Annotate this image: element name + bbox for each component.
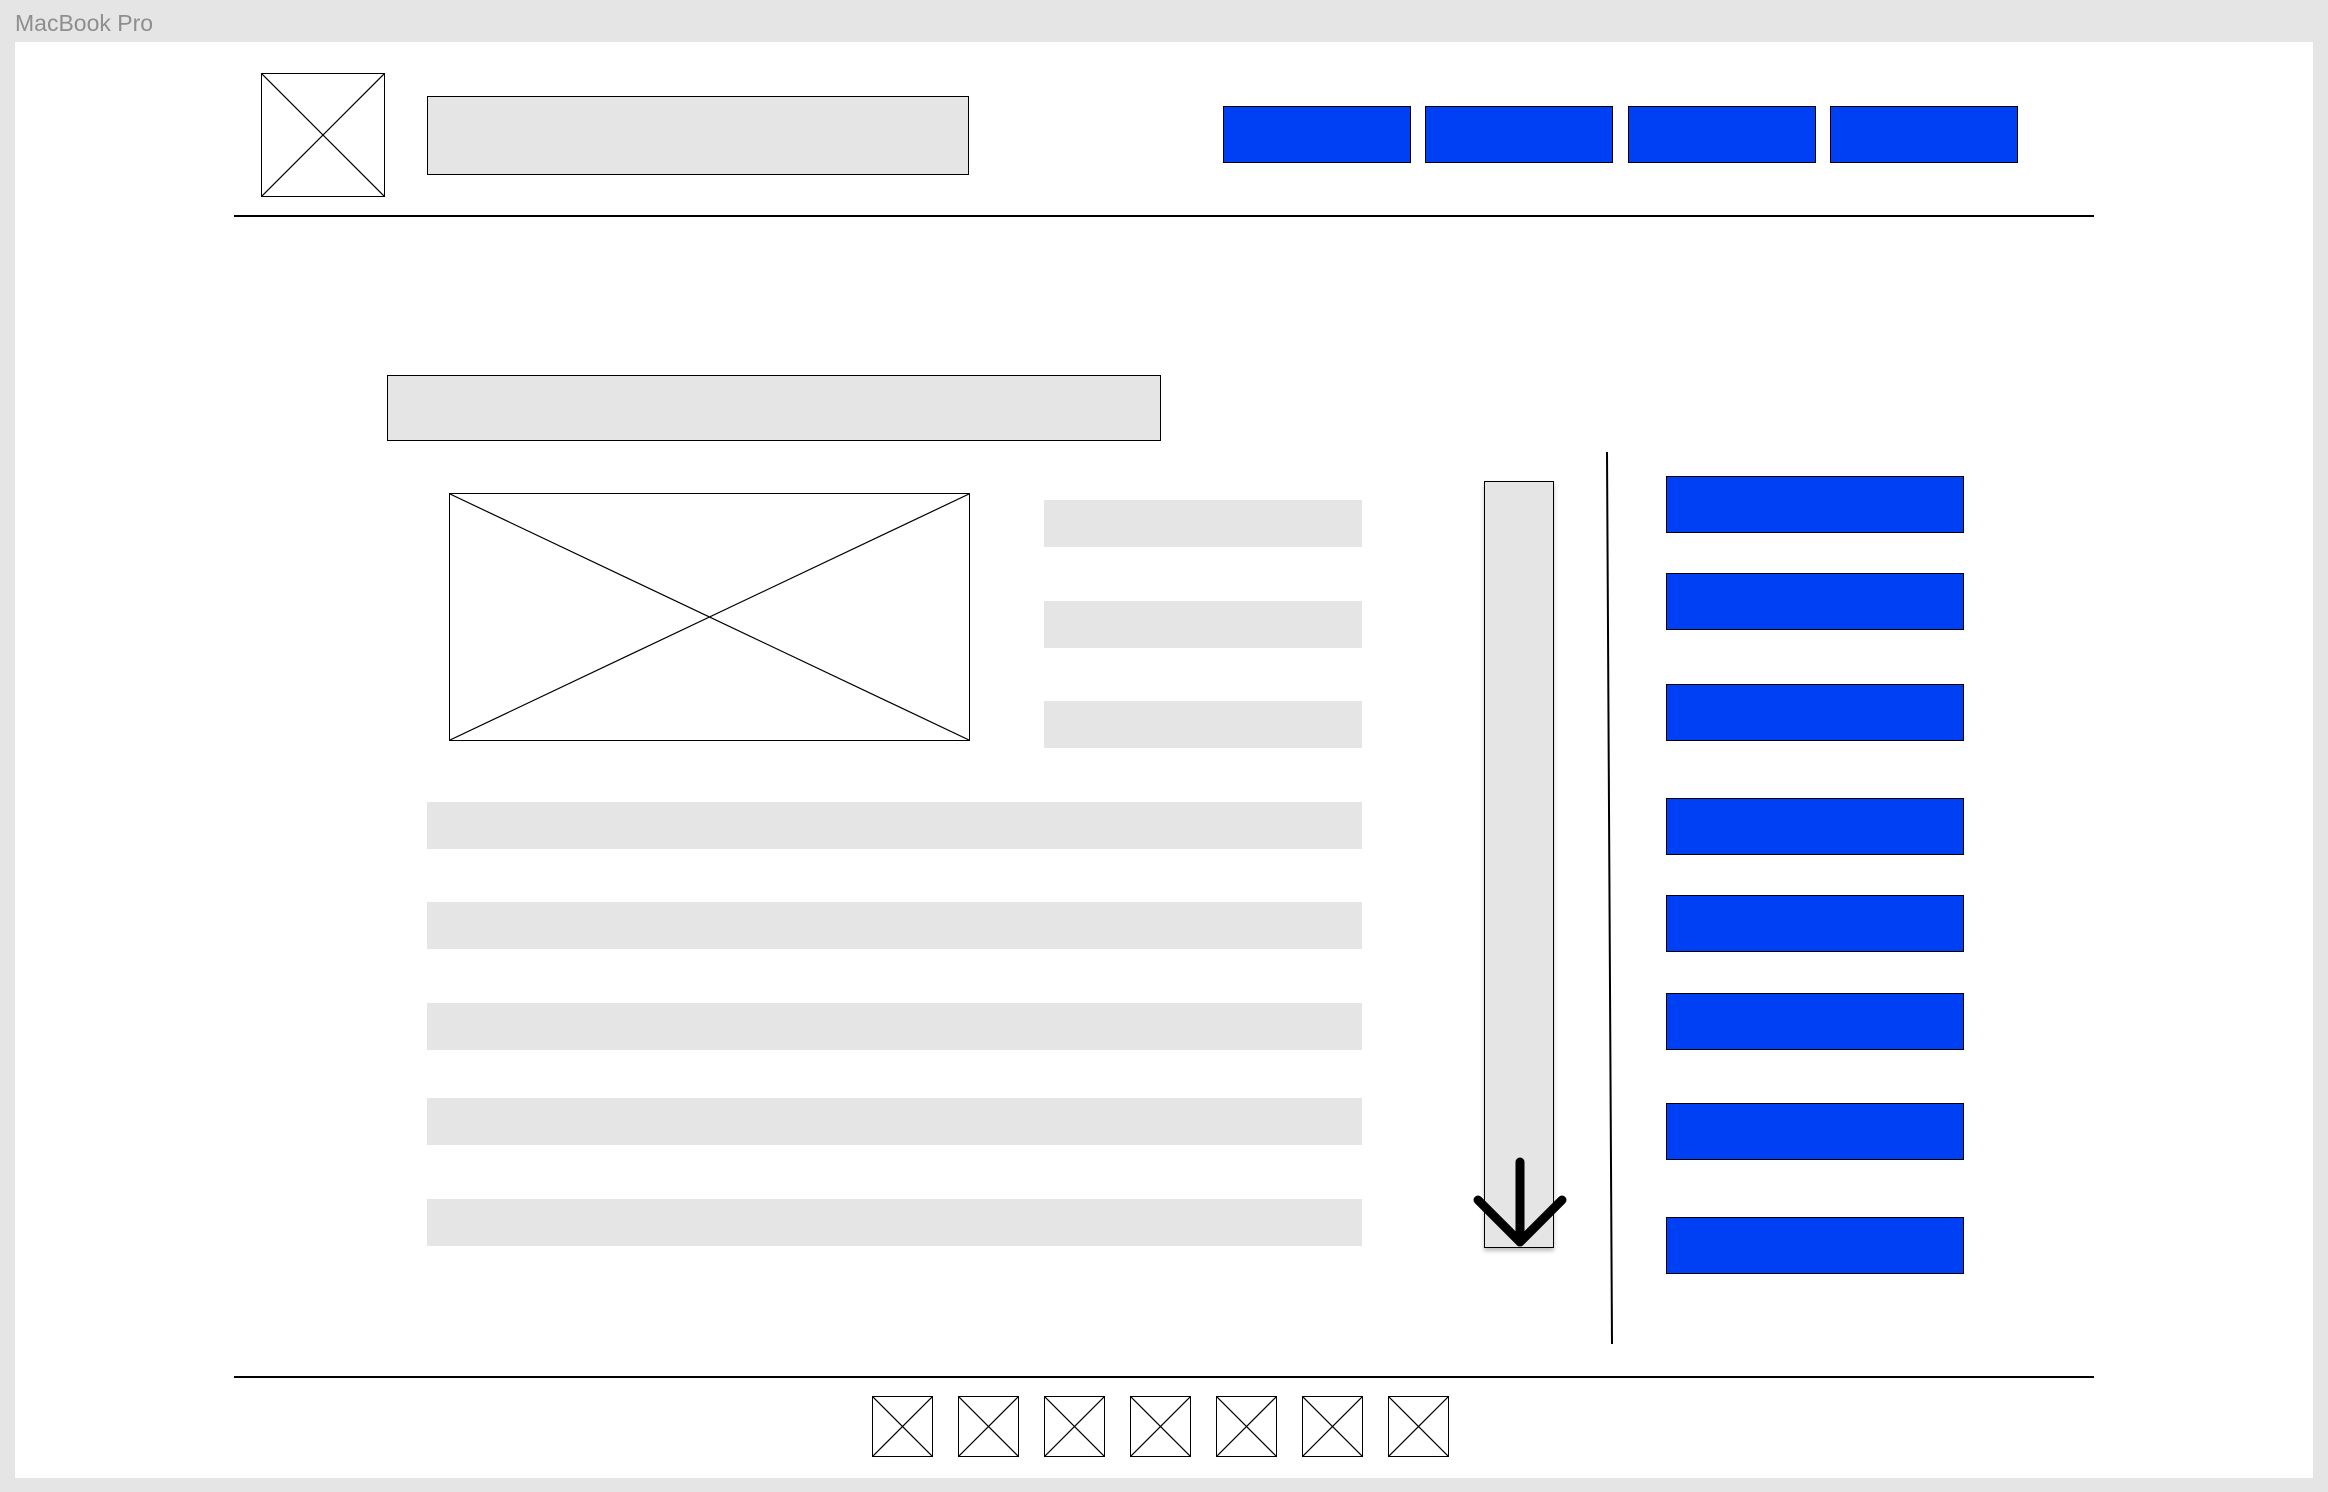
nav-button-2[interactable] xyxy=(1425,106,1613,163)
side-menu-button-8[interactable] xyxy=(1666,1217,1964,1274)
side-menu-button-3[interactable] xyxy=(1666,684,1964,741)
footer-image-placeholder-icon[interactable] xyxy=(1044,1396,1105,1457)
sidebar-divider xyxy=(1606,451,1613,1345)
footer-image-placeholder-icon[interactable] xyxy=(958,1396,1019,1457)
arrow-down-icon[interactable] xyxy=(1470,1157,1570,1254)
footer-divider xyxy=(234,1376,2094,1378)
footer-image-placeholder-icon[interactable] xyxy=(1216,1396,1277,1457)
page-title-placeholder xyxy=(387,375,1161,441)
side-menu-button-6[interactable] xyxy=(1666,993,1964,1050)
text-line-1 xyxy=(427,802,1362,849)
text-line-short-3 xyxy=(1044,701,1362,748)
scrollbar[interactable] xyxy=(1484,481,1554,1248)
text-line-3 xyxy=(427,1003,1362,1050)
frame-label: MacBook Pro xyxy=(15,10,154,36)
side-menu-button-5[interactable] xyxy=(1666,895,1964,952)
text-line-4 xyxy=(427,1098,1362,1145)
side-menu-button-7[interactable] xyxy=(1666,1103,1964,1160)
hero-image-placeholder-icon xyxy=(449,493,970,741)
side-menu-button-1[interactable] xyxy=(1666,476,1964,533)
nav-button-3[interactable] xyxy=(1628,106,1816,163)
header-divider xyxy=(234,215,2094,217)
text-line-short-1 xyxy=(1044,500,1362,547)
side-menu-button-2[interactable] xyxy=(1666,573,1964,630)
footer-image-placeholder-icon[interactable] xyxy=(1130,1396,1191,1457)
nav-button-1[interactable] xyxy=(1223,106,1411,163)
footer-image-placeholder-icon[interactable] xyxy=(1388,1396,1449,1457)
footer-image-placeholder-icon[interactable] xyxy=(1302,1396,1363,1457)
wireframe-canvas xyxy=(15,42,2313,1478)
text-line-5 xyxy=(427,1199,1362,1246)
footer-image-placeholder-icon[interactable] xyxy=(872,1396,933,1457)
search-input[interactable] xyxy=(427,96,969,175)
text-line-2 xyxy=(427,902,1362,949)
nav-button-4[interactable] xyxy=(1830,106,2018,163)
text-line-short-2 xyxy=(1044,601,1362,648)
logo-placeholder-icon xyxy=(261,73,385,197)
side-menu-button-4[interactable] xyxy=(1666,798,1964,855)
